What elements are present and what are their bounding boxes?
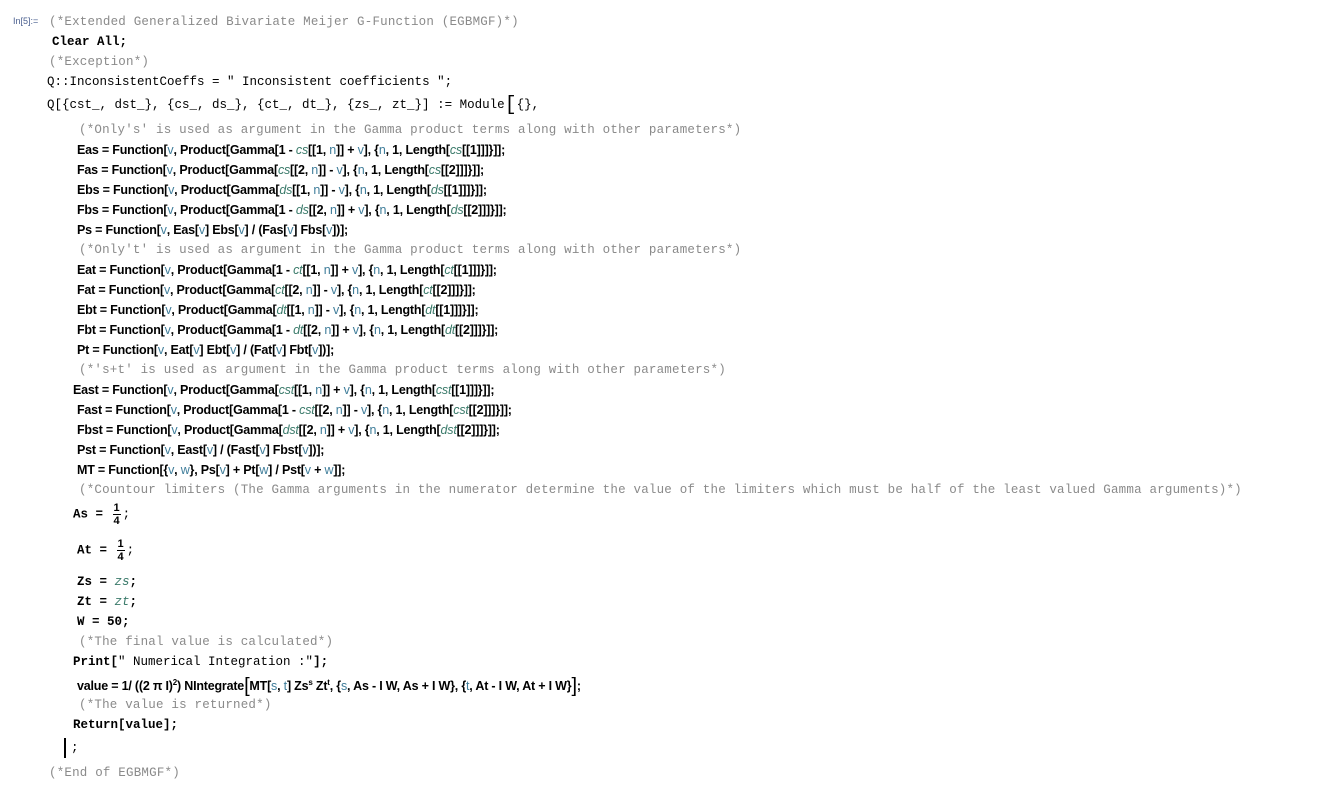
code-line-eat: Eat = Function[v, Product[Gamma[1 - ct[[… bbox=[77, 263, 497, 277]
module-close-bracket bbox=[64, 738, 69, 758]
t-comment: (*Only't' is used as argument in the Gam… bbox=[79, 243, 742, 257]
at-assignment: At = 1 4; bbox=[77, 538, 134, 563]
message-string: " Inconsistent coefficients "; bbox=[227, 75, 453, 89]
header-comment: (*Extended Generalized Bivariate Meijer … bbox=[49, 15, 519, 29]
print-string: " Numerical Integration :" bbox=[118, 655, 314, 669]
value-integrand: MT[s, t] Zs bbox=[249, 679, 309, 693]
code-line-fas: Fas = Function[v, Product[Gamma[cs[[2, n… bbox=[77, 163, 484, 177]
zs-rhs: zs bbox=[114, 575, 130, 589]
module-close-semicolon: ; bbox=[71, 741, 79, 755]
code-line-mt: MT = Function[{v, w}, Ps[v] + Pt[w] / Ps… bbox=[77, 463, 346, 477]
as-semicolon: ; bbox=[122, 507, 131, 522]
w-assignment: W = 50; bbox=[77, 615, 130, 629]
message-lhs: Q::InconsistentCoeffs = bbox=[47, 75, 228, 89]
zs-semicolon: ; bbox=[129, 575, 138, 589]
cell-label: In[5]:= bbox=[13, 16, 39, 26]
zt-rhs: zt bbox=[114, 595, 130, 609]
at-lhs: At = bbox=[77, 543, 115, 558]
value-line: value = 1/ ((2 π I)2) NIntegrate[MT[s, t… bbox=[77, 675, 581, 696]
code-line-fbs: Fbs = Function[v, Product[Gamma[1 - ds[[… bbox=[77, 203, 507, 217]
as-numerator: 1 bbox=[112, 502, 121, 515]
value-ranges: , {s, As - I W, As + I W}, {t, At - I W,… bbox=[329, 679, 572, 693]
value-semicolon: ; bbox=[576, 679, 581, 693]
contour-comment: (*Countour limiters (The Gamma arguments… bbox=[79, 483, 1242, 497]
code-line-ebs: Ebs = Function[v, Product[Gamma[ds[[1, n… bbox=[77, 183, 487, 197]
code-line-pt: Pt = Function[v, Eat[v] Ebt[v] / (Fat[v]… bbox=[77, 343, 335, 357]
as-assignment: As = 1 4; bbox=[73, 502, 130, 527]
module-head: Q[{cst_, dst_}, {cs_, ds_}, {ct_, dt_}, … bbox=[47, 98, 505, 112]
exception-comment: (*Exception*) bbox=[49, 55, 150, 69]
at-fraction: 14 bbox=[116, 538, 125, 563]
print-tail: ]; bbox=[313, 655, 329, 669]
value-zt: Zt bbox=[312, 679, 328, 693]
code-line-east: East = Function[v, Product[Gamma[cst[[1,… bbox=[73, 383, 495, 397]
as-denominator: 4 bbox=[113, 515, 120, 527]
code-line-ps: Ps = Function[v, Eas[v] Ebs[v] / (Fas[v]… bbox=[77, 223, 349, 237]
open-bracket: [ bbox=[504, 94, 517, 117]
return-line: Return[value]; bbox=[73, 718, 179, 732]
at-semicolon: ; bbox=[126, 543, 135, 558]
print-head: Print[ bbox=[73, 655, 119, 669]
as-fraction: 14 bbox=[112, 502, 121, 527]
code-line-fat: Fat = Function[v, Product[Gamma[ct[[2, n… bbox=[77, 283, 476, 297]
code-line-fbst: Fbst = Function[v, Product[Gamma[dst[[2,… bbox=[77, 423, 500, 437]
final-comment: (*The final value is calculated*) bbox=[79, 635, 334, 649]
returned-comment: (*The value is returned*) bbox=[79, 698, 272, 712]
zs-lhs: Zs = bbox=[77, 575, 115, 589]
at-numerator: 1 bbox=[116, 538, 125, 551]
code-line-fast: Fast = Function[v, Product[Gamma[1 - cst… bbox=[77, 403, 512, 417]
st-comment: (*'s+t' is used as argument in the Gamma… bbox=[79, 363, 726, 377]
module-locals: {}, bbox=[516, 98, 540, 112]
zt-assignment: Zt = zt; bbox=[77, 594, 137, 610]
message-definition-line: Q::InconsistentCoeffs = " Inconsistent c… bbox=[47, 74, 452, 90]
s-comment: (*Only's' is used as argument in the Gam… bbox=[79, 123, 742, 137]
code-line-eas: Eas = Function[v, Product[Gamma[1 - cs[[… bbox=[77, 143, 506, 157]
end-comment: (*End of EGBMGF*) bbox=[49, 766, 180, 780]
as-lhs: As = bbox=[73, 507, 111, 522]
zt-lhs: Zt = bbox=[77, 595, 115, 609]
code-line-fbt: Fbt = Function[v, Product[Gamma[1 - dt[[… bbox=[77, 323, 499, 337]
code-line-ebt: Ebt = Function[v, Product[Gamma[dt[[1, n… bbox=[77, 303, 479, 317]
module-definition-line: Q[{cst_, dst_}, {cs_, ds_}, {ct_, dt_}, … bbox=[47, 94, 540, 117]
print-line: Print[" Numerical Integration :"]; bbox=[73, 654, 328, 670]
clear-all-line: Clear All; bbox=[52, 35, 128, 49]
value-prefix: value = 1/ ((2 π I) bbox=[77, 679, 173, 693]
zt-semicolon: ; bbox=[129, 595, 138, 609]
value-nintegrate: ) NIntegrate bbox=[177, 679, 245, 693]
at-denominator: 4 bbox=[117, 551, 124, 563]
code-line-pst: Pst = Function[v, East[v] / (Fast[v] Fbs… bbox=[77, 443, 325, 457]
zs-assignment: Zs = zs; bbox=[77, 574, 137, 590]
